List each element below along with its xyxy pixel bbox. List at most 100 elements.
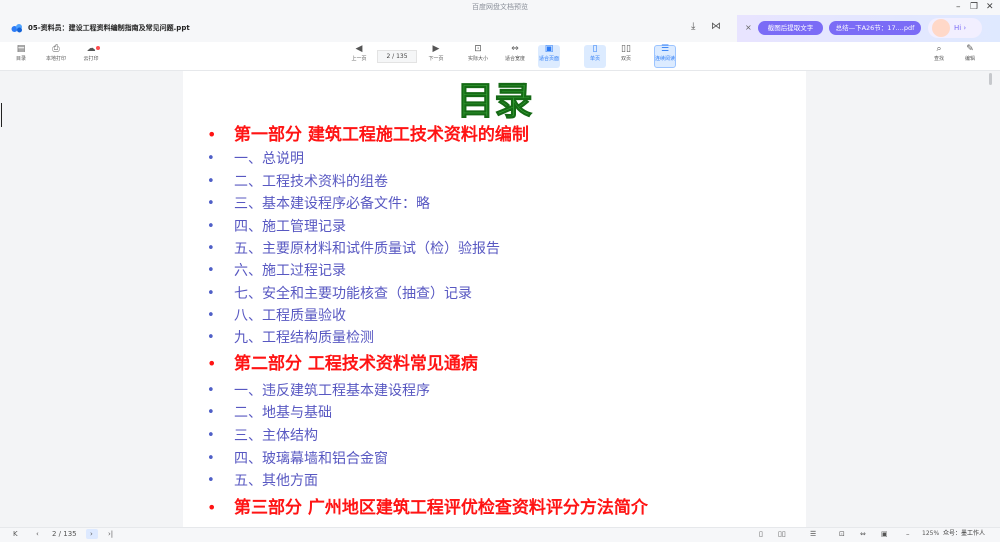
next-page-icon: ▶ <box>432 44 440 54</box>
watermark-text: 众号：墨工作人 <box>943 530 986 537</box>
bullet-icon: • <box>207 473 215 488</box>
search-button[interactable]: ⌕ 查找 <box>922 44 956 64</box>
local-print-button[interactable]: ⎙ 本地打印 <box>39 44 73 64</box>
toc-item-text: 四、施工管理记录 <box>234 219 346 235</box>
toc-icon: ▤ <box>16 44 26 54</box>
continuous-view-icon[interactable]: ☰ <box>810 528 816 540</box>
continuous-reading-icon: ☰ <box>660 44 670 54</box>
fit-page-view-icon[interactable]: ▣ <box>881 528 888 540</box>
toc-item-text: 第二部分 工程技术资料常见通病 <box>234 354 478 374</box>
toc-item-text: 二、工程技术资料的组卷 <box>234 174 388 190</box>
continuous-reading-button[interactable]: ☰ 连续阅读 <box>648 44 682 64</box>
last-page-button[interactable]: ›| <box>108 528 113 540</box>
toc-item-text: 八、工程质量验收 <box>234 308 346 324</box>
single-page-icon: ▯ <box>592 44 598 54</box>
double-page-view-icon[interactable]: ▯▯ <box>778 528 786 540</box>
zoom-level[interactable]: 125% <box>922 528 939 540</box>
actual-size-label: 实际大小 <box>467 56 488 62</box>
bullet-icon: • <box>207 286 215 301</box>
toc-item-text: 五、主要原材料和试件质量试（检）验报告 <box>234 241 500 257</box>
document-title: 05-资料员：建设工程资料编制指南及常见问题.ppt <box>28 24 190 32</box>
actual-size-icon: ⊡ <box>474 44 482 54</box>
bullet-icon: • <box>207 241 215 256</box>
bullet-icon: • <box>207 308 215 323</box>
fit-page-label: 适合页面 <box>538 56 559 62</box>
fit-page-icon: ▣ <box>544 44 554 54</box>
toc-item-text: 一、总说明 <box>234 151 304 167</box>
toc-item-text: 二、地基与基础 <box>234 405 332 421</box>
restore-button[interactable]: ❐ <box>970 0 978 14</box>
double-page-icon: ▯▯ <box>621 44 631 54</box>
toc-item-text: 一、违反建筑工程基本建设程序 <box>234 383 430 399</box>
actual-size-view-icon[interactable]: ⊡ <box>839 528 845 540</box>
bullet-icon: • <box>207 174 215 189</box>
toc-item-text: 九、工程结构质量检测 <box>234 330 374 346</box>
summary-file-button[interactable]: 总结—下A26节：17....pdf <box>829 21 921 35</box>
single-page-button[interactable]: ▯ 单页 <box>578 44 612 64</box>
fit-width-view-icon[interactable]: ⇔ <box>860 528 866 540</box>
toc-item-text: 第一部分 建筑工程施工技术资料的编制 <box>234 125 529 145</box>
edit-icon: ✎ <box>966 44 974 54</box>
single-page-view-icon[interactable]: ▯ <box>759 528 763 540</box>
search-icon: ⌕ <box>936 44 942 54</box>
assistant-greeting: Hi › <box>954 24 967 32</box>
printer-icon: ⎙ <box>52 44 60 54</box>
toc-item-text: 七、安全和主要功能核查（抽查）记录 <box>234 286 472 302</box>
assistant-avatar-icon <box>932 19 950 37</box>
zoom-out-button[interactable]: – <box>906 528 910 540</box>
fit-width-button[interactable]: ⇔ 适合宽度 <box>498 44 532 64</box>
prev-page-button[interactable]: ◀ 上一页 <box>342 44 376 64</box>
search-label: 查找 <box>933 56 944 62</box>
bullet-icon: • <box>207 498 217 517</box>
continuous-reading-label: 连续阅读 <box>654 56 675 62</box>
bullet-icon: • <box>207 428 215 443</box>
toc-item-text: 三、基本建设程序必备文件：略 <box>234 196 430 212</box>
prev-page-icon: ◀ <box>355 44 363 54</box>
fit-page-button[interactable]: ▣ 适合页面 <box>532 44 566 64</box>
prev-page-label: 上一页 <box>351 56 367 62</box>
edit-label: 编辑 <box>964 56 975 62</box>
toc-item-text: 六、施工过程记录 <box>234 263 346 279</box>
actual-size-button[interactable]: ⊡ 实际大小 <box>461 44 495 64</box>
cloud-print-button[interactable]: ☁ 云打印 <box>74 44 108 64</box>
page-number-input[interactable]: 2 / 135 <box>377 50 417 63</box>
next-page-small-button[interactable]: › <box>90 528 93 540</box>
download-icon[interactable]: ⤓ <box>691 20 695 34</box>
first-page-button[interactable]: K <box>13 528 18 540</box>
bullet-icon: • <box>207 263 215 278</box>
bullet-icon: • <box>207 125 217 144</box>
bullet-icon: • <box>207 196 215 211</box>
page-indicator: 2 / 135 <box>52 530 77 538</box>
cloud-print-icon: ☁ <box>86 44 96 54</box>
cloud-print-label: 云打印 <box>83 56 99 62</box>
toc-label: 目录 <box>15 56 26 62</box>
status-bar <box>0 527 1000 542</box>
fit-width-label: 适合宽度 <box>504 56 525 62</box>
screenshot-extract-text-button[interactable]: 截图后提取文字 <box>758 21 823 35</box>
close-window-button[interactable]: ✕ <box>986 0 994 14</box>
toc-button[interactable]: ▤ 目录 <box>4 44 38 64</box>
edit-button[interactable]: ✎ 编辑 <box>953 44 987 64</box>
double-page-label: 双页 <box>620 56 631 62</box>
bullet-icon: • <box>207 451 215 466</box>
bullet-icon: • <box>207 405 215 420</box>
vertical-scrollbar[interactable] <box>989 73 992 85</box>
double-page-button[interactable]: ▯▯ 双页 <box>609 44 643 64</box>
toc-item-text: 第三部分 广州地区建筑工程评优检查资料评分方法简介 <box>234 498 648 518</box>
ai-panel-close-icon[interactable]: × <box>745 23 752 33</box>
bullet-icon: • <box>207 354 217 373</box>
bullet-icon: • <box>207 383 215 398</box>
share-icon[interactable]: ⋈ <box>711 20 721 34</box>
next-page-button[interactable]: ▶ 下一页 <box>419 44 453 64</box>
toc-item-text: 三、主体结构 <box>234 428 318 444</box>
bullet-icon: • <box>207 330 215 345</box>
prev-page-small-button[interactable]: ‹ <box>36 528 39 540</box>
toc-item-text: 四、玻璃幕墙和铝合金窗 <box>234 451 388 467</box>
bullet-icon: • <box>207 151 215 166</box>
toc-item-text: 五、其他方面 <box>234 473 318 489</box>
bullet-icon: • <box>207 219 215 234</box>
local-print-label: 本地打印 <box>45 56 66 62</box>
minimize-button[interactable]: – <box>956 0 961 14</box>
sidebar-handle[interactable] <box>1 103 2 127</box>
next-page-label: 下一页 <box>428 56 444 62</box>
